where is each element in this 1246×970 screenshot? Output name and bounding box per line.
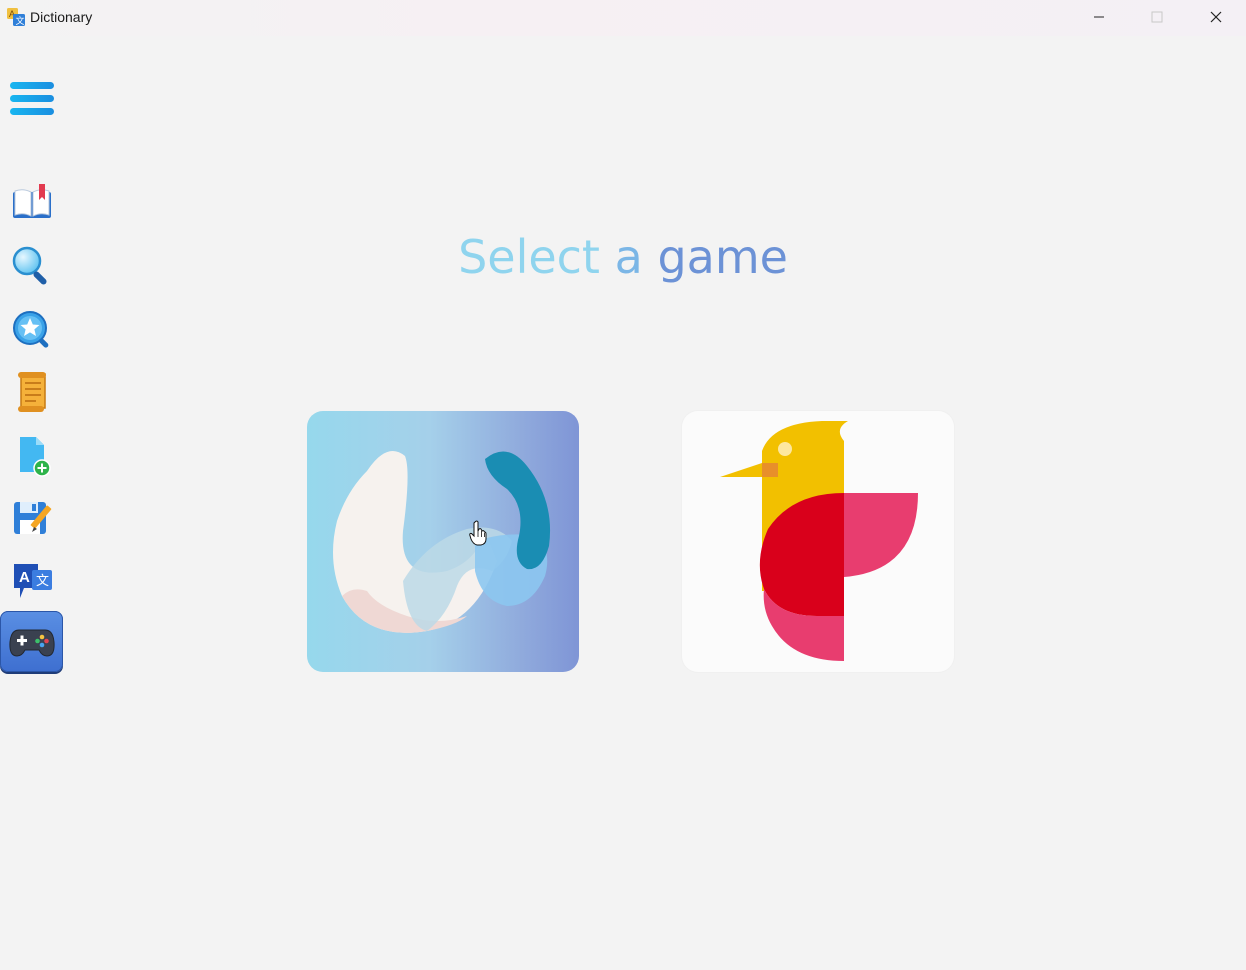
heading-word-3: game bbox=[657, 230, 788, 284]
sidebar-item-favorites[interactable] bbox=[0, 300, 64, 360]
page-title: Select a game bbox=[0, 230, 1246, 284]
hamburger-menu-icon[interactable] bbox=[8, 80, 56, 120]
star-search-icon bbox=[13, 311, 49, 348]
heading-word-1: Select bbox=[458, 230, 600, 284]
sidebar-item-history[interactable] bbox=[0, 362, 64, 422]
title-bar[interactable]: A 文 Dictionary bbox=[0, 0, 1246, 36]
sidebar-item-games[interactable] bbox=[0, 611, 63, 672]
sidebar-item-edit[interactable] bbox=[0, 488, 64, 548]
gamepad-icon bbox=[8, 629, 55, 657]
wordle-logo-icon bbox=[333, 451, 551, 633]
app-icon: A 文 bbox=[7, 8, 25, 26]
game-card-bird-game[interactable] bbox=[682, 411, 954, 672]
minimize-button[interactable] bbox=[1070, 0, 1128, 34]
sidebar-item-add-word[interactable] bbox=[0, 426, 64, 486]
window-title: Dictionary bbox=[30, 9, 93, 25]
svg-text:文: 文 bbox=[16, 15, 25, 26]
book-icon bbox=[13, 184, 51, 218]
sidebar-item-translate[interactable]: A 文 bbox=[0, 552, 64, 612]
hand-cursor-icon bbox=[469, 520, 487, 546]
scroll-icon bbox=[18, 372, 46, 412]
game-card-word-game[interactable] bbox=[307, 411, 579, 672]
translate-icon: A 文 bbox=[14, 564, 52, 598]
close-icon bbox=[1210, 11, 1222, 23]
heading-word-2: a bbox=[614, 230, 643, 284]
maximize-button[interactable] bbox=[1128, 0, 1186, 34]
bird-logo-icon bbox=[720, 421, 918, 661]
maximize-icon bbox=[1151, 11, 1163, 23]
svg-text:文: 文 bbox=[36, 574, 49, 589]
sidebar-item-dictionary[interactable] bbox=[0, 172, 64, 232]
svg-text:A: A bbox=[19, 569, 30, 586]
app-window: A 文 Dictionary A 文 Select a game bbox=[0, 0, 1246, 970]
sidebar: A 文 bbox=[0, 36, 66, 970]
save-edit-icon bbox=[14, 502, 52, 534]
close-button[interactable] bbox=[1187, 0, 1245, 34]
add-file-icon bbox=[20, 437, 51, 477]
minimize-icon bbox=[1094, 16, 1104, 18]
